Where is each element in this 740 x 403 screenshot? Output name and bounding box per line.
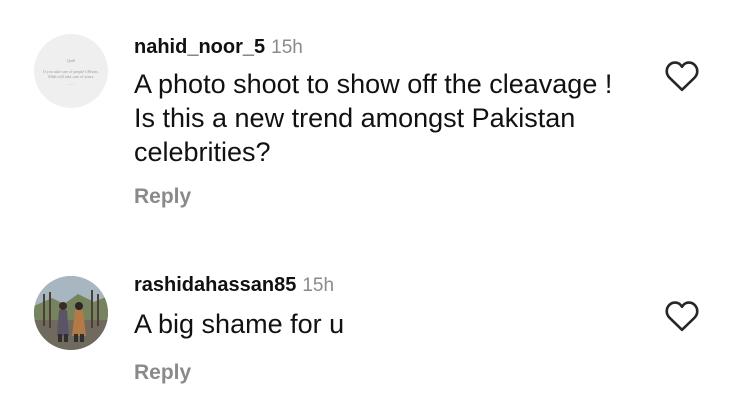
reply-button[interactable]: Reply xyxy=(134,185,634,209)
timestamp: 15h xyxy=(271,37,303,58)
timestamp: 15h xyxy=(302,275,335,296)
avatar[interactable]: Quilt If you take care of people's Heart… xyxy=(34,34,108,108)
comment-text: A big shame for u xyxy=(134,309,345,339)
username[interactable]: nahid_noor_5 xyxy=(134,36,265,58)
avatar-photo xyxy=(34,276,108,350)
comment-body: rashidahassan85 15h A big shame for u Rep… xyxy=(134,274,634,385)
avatar[interactable] xyxy=(34,276,108,350)
avatar-quote-image: Quilt If you take care of people's Heart… xyxy=(34,34,108,108)
comment-header: rashidahassan85 15h xyxy=(134,274,634,297)
avatar-quote-sign: ~ ~ ~ xyxy=(66,82,76,87)
username[interactable]: rashidahassan85 xyxy=(134,274,296,296)
comment-item: rashidahassan85 15h A big shame for u Rep… xyxy=(0,240,740,403)
avatar-quote-title: Quilt xyxy=(66,58,76,63)
heart-outline-icon[interactable] xyxy=(664,60,700,92)
comment-body: nahid_noor_5 15h A photo shoot to show of… xyxy=(134,36,634,209)
comment-text: A photo shoot to show off the cleavage !… xyxy=(134,69,613,167)
heart-outline-icon[interactable] xyxy=(664,300,700,332)
reply-button[interactable]: Reply xyxy=(134,361,634,385)
comment-item: Quilt If you take care of people's Heart… xyxy=(0,0,740,240)
avatar-quote-text: If you take care of people's Hearts, All… xyxy=(43,69,99,79)
comment-header: nahid_noor_5 15h xyxy=(134,36,634,59)
